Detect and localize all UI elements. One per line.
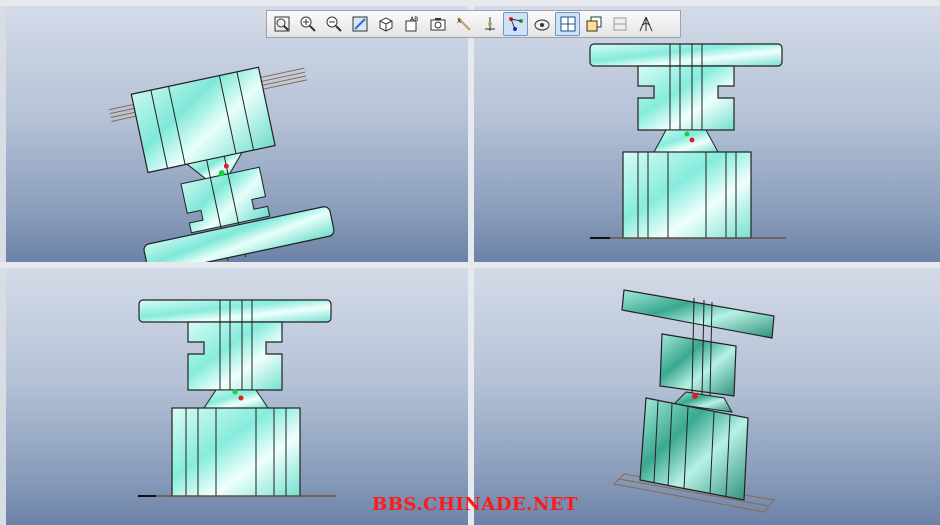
model-rotated-view [108, 66, 335, 262]
spin-center-icon [508, 17, 523, 31]
zoom-fit-icon [274, 16, 289, 32]
repaint-button[interactable] [347, 12, 372, 36]
perspective-icon [639, 16, 652, 32]
annotation-display-button[interactable] [529, 12, 554, 36]
zoom-fit-button[interactable] [269, 12, 294, 36]
multi-view-button[interactable] [555, 12, 580, 36]
display-style-button[interactable] [373, 12, 398, 36]
perspective-button[interactable] [633, 12, 658, 36]
multi-view-icon [560, 16, 575, 32]
view-toolbar: AB X [266, 10, 681, 38]
datum-point-button[interactable] [477, 12, 502, 36]
svg-text:AB: AB [410, 16, 418, 23]
repaint-icon [352, 16, 367, 32]
model-front-view [589, 43, 786, 239]
viewport-bottom-left[interactable] [6, 268, 468, 525]
camera-icon [430, 18, 445, 31]
viewport-top-left[interactable] [6, 6, 468, 262]
camera-button[interactable] [425, 12, 450, 36]
viewport-divider-horizontal[interactable] [0, 262, 940, 268]
datum-axis-icon: X [457, 17, 471, 31]
view-manager-icon [586, 16, 601, 32]
annotation-display-icon [534, 19, 549, 31]
viewport-top-right[interactable] [474, 6, 940, 262]
datum-axis-button[interactable]: X [451, 12, 476, 36]
section-icon [613, 17, 626, 31]
spin-center-button[interactable] [503, 12, 528, 36]
viewport-bottom-right[interactable] [474, 268, 940, 525]
zoom-out-icon [326, 16, 342, 32]
datum-point-icon [484, 17, 495, 31]
svg-text:X: X [457, 18, 461, 25]
model-side-view [138, 299, 336, 497]
named-views-icon: AB [405, 16, 418, 32]
view-manager-button[interactable] [581, 12, 606, 36]
display-style-icon [379, 17, 392, 32]
zoom-in-button[interactable] [295, 12, 320, 36]
zoom-out-button[interactable] [321, 12, 346, 36]
zoom-in-icon [300, 16, 316, 32]
watermark-text: BBS.CHINADE.NET [372, 494, 578, 515]
named-views-button[interactable]: AB [399, 12, 424, 36]
model-isometric-view [612, 289, 775, 513]
section-button[interactable] [607, 12, 632, 36]
